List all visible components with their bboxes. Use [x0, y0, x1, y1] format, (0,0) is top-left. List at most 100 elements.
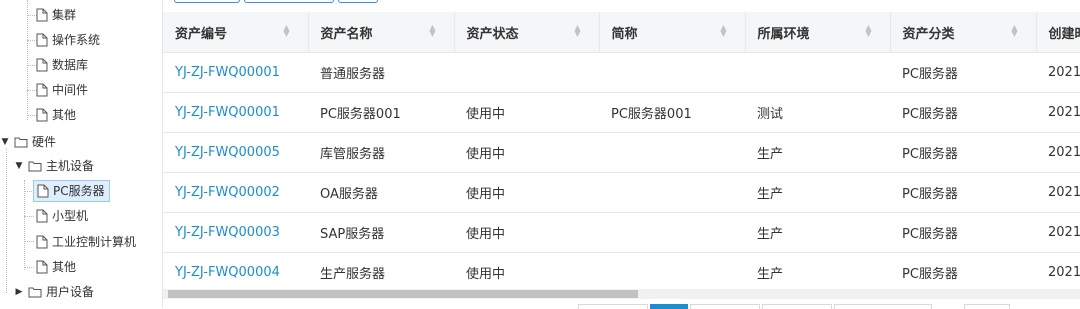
cell-asset-name: SAP服务器 [308, 213, 454, 253]
folder-icon [28, 160, 42, 172]
pager-button[interactable] [762, 304, 832, 309]
sort-icon[interactable]: ▲▼ [720, 25, 726, 37]
cell-environment: 生产 [745, 173, 890, 213]
tree-item-pc-server[interactable]: PC服务器 [33, 180, 110, 202]
column-header-label: 资产状态 [467, 27, 519, 42]
column-header-label: 简称 [612, 27, 638, 42]
cell-asset-status: 使用中 [454, 173, 599, 213]
cell-asset-status: 使用中 [454, 253, 599, 290]
tree-item-label: 主机设备 [46, 155, 94, 177]
cell-asset-name: 库管服务器 [308, 133, 454, 173]
tree-item-label: 中间件 [52, 79, 88, 101]
tree-item-database[interactable]: 数据库 [36, 54, 88, 76]
cell-category: PC服务器 [890, 53, 1036, 93]
cell-created-time: 2021- [1036, 53, 1080, 93]
file-icon [36, 260, 48, 274]
tree-item-label: 数据库 [52, 54, 88, 76]
tree-item-other-software[interactable]: 其他 [36, 104, 76, 126]
tree-item-cluster[interactable]: 集群 [36, 4, 76, 26]
cell-asset-status: 使用中 [454, 213, 599, 253]
tree-item-label: PC服务器 [53, 180, 105, 202]
file-icon [36, 58, 48, 72]
cell-asset-name: 生产服务器 [308, 253, 454, 290]
pager-button[interactable] [690, 304, 760, 309]
pager-button[interactable] [964, 304, 1010, 309]
cell-created-time: 2021- [1036, 173, 1080, 213]
cell-asset-status [454, 53, 599, 93]
cell-asset-name: PC服务器001 [308, 93, 454, 133]
tree-item-os[interactable]: 操作系统 [36, 29, 100, 51]
cell-short-name [599, 133, 745, 173]
column-header-created-time[interactable]: 创建时间 [1036, 12, 1080, 53]
tree-item-hardware[interactable]: ▼ 硬件 [0, 131, 56, 153]
column-header-label: 所属环境 [758, 27, 810, 42]
cell-asset-name: OA服务器 [308, 173, 454, 213]
cell-short-name [599, 213, 745, 253]
cell-short-name [599, 253, 745, 290]
tree-item-middleware[interactable]: 中间件 [36, 79, 88, 101]
cell-environment [745, 53, 890, 93]
pager-button[interactable] [578, 304, 648, 309]
tree-item-minicomputer[interactable]: 小型机 [36, 205, 88, 227]
pager-button[interactable] [834, 304, 932, 309]
cell-asset-name: 普通服务器 [308, 53, 454, 93]
tree-item-label: 小型机 [52, 205, 88, 227]
table-row[interactable]: YJ-ZJ-FWQ00005 库管服务器 使用中 生产 PC服务器 2021- [163, 133, 1080, 173]
cell-category: PC服务器 [890, 133, 1036, 173]
column-header-asset-no[interactable]: 资产编号 ▲▼ [163, 12, 308, 53]
column-header-short-name[interactable]: 简称 ▲▼ [599, 12, 745, 53]
tree-item-label: 其他 [52, 104, 76, 126]
tree-item-host-devices[interactable]: ▼ 主机设备 [14, 155, 94, 177]
tree-item-label: 用户设备 [46, 281, 94, 303]
caret-down-icon[interactable]: ▼ [14, 155, 24, 177]
tree-item-label: 工业控制计算机 [52, 231, 136, 253]
toolbar-button-1[interactable] [174, 0, 240, 3]
cell-category: PC服务器 [890, 93, 1036, 133]
sort-icon[interactable]: ▲▼ [865, 25, 871, 37]
cell-category: PC服务器 [890, 173, 1036, 213]
column-header-asset-status[interactable]: 资产状态 ▲▼ [454, 12, 599, 53]
file-icon [37, 184, 49, 198]
sort-icon[interactable]: ▲▼ [1011, 25, 1017, 37]
column-header-environment[interactable]: 所属环境 ▲▼ [745, 12, 890, 53]
column-header-label: 创建时间 [1049, 27, 1080, 42]
table-row[interactable]: YJ-ZJ-FWQ00001 普通服务器 PC服务器 2021- [163, 53, 1080, 93]
asset-no-link[interactable]: YJ-ZJ-FWQ00001 [163, 93, 308, 133]
file-icon [36, 108, 48, 122]
toolbar-button-2[interactable] [244, 0, 334, 3]
table-row[interactable]: YJ-ZJ-FWQ00004 生产服务器 使用中 生产 PC服务器 2021- [163, 253, 1080, 290]
file-icon [36, 33, 48, 47]
column-header-category[interactable]: 资产分类▲▼ [890, 12, 1036, 53]
file-icon [36, 8, 48, 22]
table-header-row: 资产编号▲▼ 资产名称▲▼ 资产状态▲▼ 简称▲▼ 所属环境▲▼ 资产分类▲▼ … [163, 12, 1080, 53]
table-row[interactable]: YJ-ZJ-FWQ00002 OA服务器 使用中 生产 PC服务器 2021- [163, 173, 1080, 213]
cell-environment: 测试 [745, 93, 890, 133]
tree-item-industrial-computer[interactable]: 工业控制计算机 [36, 231, 136, 253]
tree-item-other-host[interactable]: 其他 [36, 256, 76, 278]
caret-right-icon[interactable]: ▶ [14, 281, 24, 303]
table-row[interactable]: YJ-ZJ-FWQ00001 PC服务器001 使用中 PC服务器001 测试 … [163, 93, 1080, 133]
column-header-label: 资产编号 [175, 27, 227, 42]
asset-no-link[interactable]: YJ-ZJ-FWQ00003 [163, 213, 308, 253]
asset-no-link[interactable]: YJ-ZJ-FWQ00002 [163, 173, 308, 213]
sort-icon[interactable]: ▲▼ [574, 25, 580, 37]
sort-icon[interactable]: ▲▼ [429, 25, 435, 37]
cell-environment: 生产 [745, 133, 890, 173]
tree-item-label: 集群 [52, 4, 76, 26]
cell-created-time: 2021- [1036, 213, 1080, 253]
asset-no-link[interactable]: YJ-ZJ-FWQ00001 [163, 53, 308, 93]
sort-icon[interactable]: ▲▼ [283, 25, 289, 37]
table-row[interactable]: YJ-ZJ-FWQ00003 SAP服务器 使用中 生产 PC服务器 2021- [163, 213, 1080, 253]
asset-no-link[interactable]: YJ-ZJ-FWQ00005 [163, 133, 308, 173]
cell-environment: 生产 [745, 253, 890, 290]
folder-icon [14, 136, 28, 148]
asset-no-link[interactable]: YJ-ZJ-FWQ00004 [163, 253, 308, 290]
scrollbar-thumb[interactable] [168, 290, 638, 298]
column-header-asset-name[interactable]: 资产名称▲▼ [308, 12, 454, 53]
tree-item-user-devices[interactable]: ▶ 用户设备 [14, 281, 94, 303]
table-horizontal-scrollbar[interactable] [163, 289, 1080, 299]
caret-down-icon[interactable]: ▼ [0, 131, 10, 153]
pager-current-page[interactable] [650, 304, 688, 309]
cell-short-name [599, 173, 745, 213]
toolbar-button-3[interactable] [338, 0, 378, 3]
